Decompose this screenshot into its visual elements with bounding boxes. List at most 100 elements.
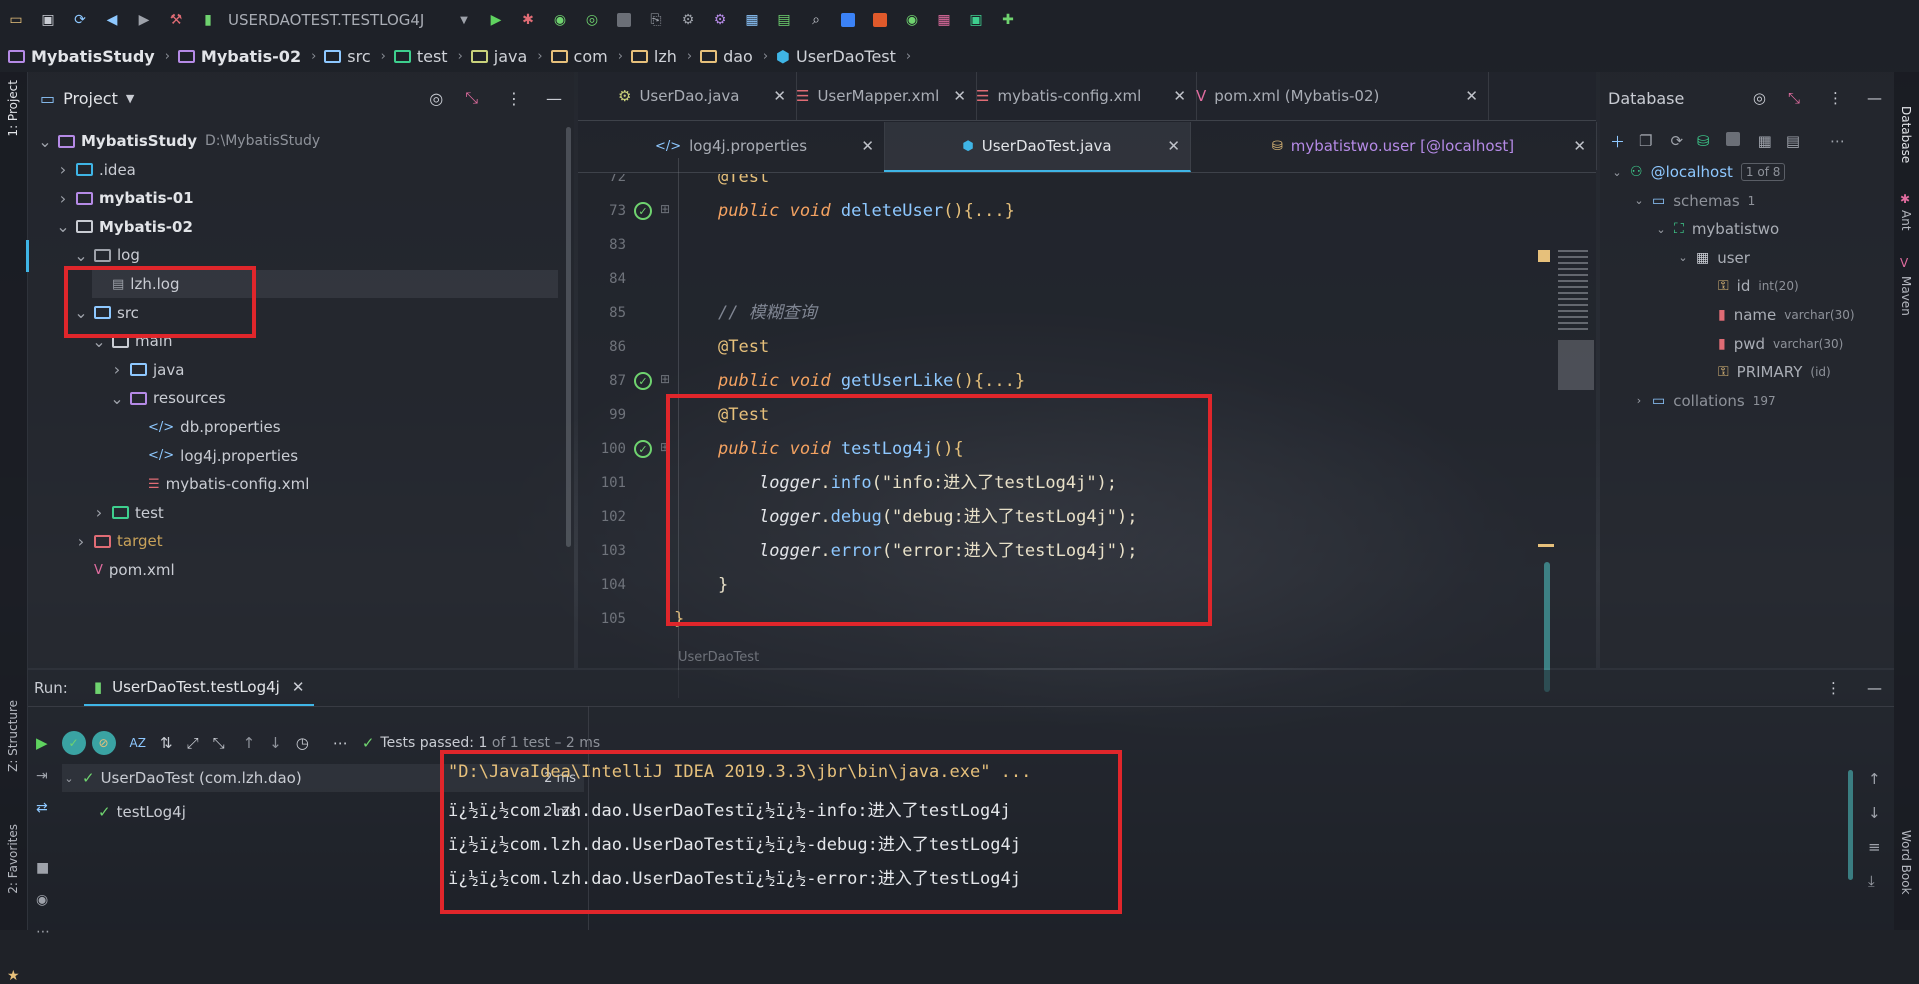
database-tree-item[interactable]: ⚿ id int(20): [1698, 272, 1799, 300]
project-tree-item[interactable]: ⌄ main: [92, 327, 172, 355]
database-tool-button[interactable]: Database: [1899, 106, 1913, 163]
database-tree-item[interactable]: ⌄ ⚇ @localhost 1 of 8: [1610, 158, 1786, 186]
more-options-icon[interactable]: ⋯: [36, 924, 56, 940]
plugin-grid-icon[interactable]: ▦: [935, 11, 953, 29]
chevron-down-icon[interactable]: ⌄: [1632, 194, 1646, 207]
scroll-to-end-icon[interactable]: ⤓: [1868, 872, 1892, 906]
database-tree-item[interactable]: ⚿ PRIMARY (id): [1698, 358, 1831, 386]
crumb-test[interactable]: test: [393, 47, 448, 66]
run-tab[interactable]: ▮ UserDaoTest.testLog4j ✕: [83, 670, 315, 706]
project-tool-button[interactable]: 1: Project: [6, 80, 20, 137]
chevron-down-icon[interactable]: ⌄: [74, 303, 88, 322]
add-icon[interactable]: ＋: [1610, 131, 1625, 152]
attach-icon[interactable]: ⎘: [647, 11, 665, 29]
wordbook-tool-button[interactable]: Word Book: [1899, 830, 1913, 895]
expand-all-icon[interactable]: ⤢: [187, 734, 199, 752]
stop-icon[interactable]: [615, 11, 633, 29]
exit-icon[interactable]: ⇥: [36, 768, 56, 800]
editor-footer-breadcrumb[interactable]: UserDaoTest: [678, 650, 759, 665]
project-tree-item[interactable]: › java: [110, 356, 185, 384]
more-options-icon[interactable]: ⋮: [1826, 679, 1841, 697]
chevron-down-icon[interactable]: ⌄: [74, 246, 88, 265]
project-tree-item[interactable]: </> db.properties: [128, 413, 281, 441]
scroll-down-icon[interactable]: ↓: [1868, 804, 1892, 838]
more-options-icon[interactable]: ⋮: [506, 89, 522, 108]
chevron-down-icon[interactable]: ▼: [455, 11, 473, 29]
chevron-right-icon[interactable]: ›: [74, 532, 88, 551]
profile-icon[interactable]: ◎: [583, 11, 601, 29]
coverage-icon[interactable]: ◉: [551, 11, 569, 29]
project-tree-item[interactable]: ⌄ log: [74, 241, 140, 269]
chevron-down-icon[interactable]: ⌄: [62, 772, 76, 785]
save-icon[interactable]: ▣: [39, 11, 57, 29]
project-structure-icon[interactable]: ▦: [743, 11, 761, 29]
scroll-up-icon[interactable]: ↑: [1868, 770, 1892, 804]
run-test-gutter-icon[interactable]: ✓: [634, 372, 652, 390]
puzzle-icon[interactable]: ✚: [999, 11, 1017, 29]
chevron-down-icon[interactable]: ⌄: [1610, 166, 1624, 179]
sort-alpha-icon[interactable]: AZ: [130, 736, 146, 750]
forward-icon[interactable]: ▶: [135, 11, 153, 29]
project-tree-item[interactable]: </> log4j.properties: [128, 442, 298, 470]
search-icon[interactable]: ⌕: [807, 11, 825, 29]
database-tree-item[interactable]: ▮ name varchar(30): [1698, 301, 1855, 329]
fold-marker-icon[interactable]: ⊞: [660, 202, 670, 216]
close-icon[interactable]: ✕: [1465, 87, 1478, 105]
project-tree-item[interactable]: ▤ lzh.log: [92, 270, 558, 298]
swap-icon[interactable]: ⇄: [36, 800, 56, 860]
chevron-right-icon[interactable]: ›: [92, 503, 106, 522]
refresh-icon[interactable]: ⟳: [1670, 132, 1683, 150]
structure-tool-button[interactable]: Z: Structure: [6, 700, 20, 772]
fold-marker-icon[interactable]: ⊞: [660, 372, 670, 386]
editor-tab[interactable]: Vpom.xml (Mybatis-02) ✕: [1156, 72, 1489, 120]
show-ignored-icon[interactable]: ⊘: [91, 731, 116, 755]
crumb-dao[interactable]: dao: [700, 47, 753, 66]
locate-target-icon[interactable]: ◎: [429, 89, 443, 108]
ant-tool-button[interactable]: Ant: [1899, 210, 1913, 231]
chevron-right-icon[interactable]: ›: [110, 360, 124, 379]
build-project-icon[interactable]: ⚙: [679, 11, 697, 29]
project-tree-item[interactable]: › test: [92, 499, 164, 527]
history-icon[interactable]: ◷: [296, 734, 309, 752]
project-tree-item[interactable]: ⌄ src: [74, 299, 139, 327]
project-tree-item[interactable]: ⌄ resources: [110, 384, 225, 412]
chevron-down-icon[interactable]: ⌄: [38, 132, 52, 151]
project-tree-item[interactable]: ⌄ Mybatis-02: [56, 213, 193, 241]
crumb-src[interactable]: src: [324, 47, 371, 66]
crumb-mybatisstudy[interactable]: MybatisStudy: [8, 47, 155, 66]
project-tree-item[interactable]: Vpom.xml: [74, 556, 175, 584]
run-test-gutter-icon[interactable]: ✓: [634, 440, 652, 458]
run-test-gutter-icon[interactable]: ✓: [634, 202, 652, 220]
office-icon[interactable]: [871, 11, 889, 29]
run-icon[interactable]: ▶: [487, 11, 505, 29]
previous-test-icon[interactable]: ↑: [243, 734, 256, 752]
ddl-icon[interactable]: ▤: [1786, 132, 1800, 150]
chevron-right-icon[interactable]: ›: [56, 189, 70, 208]
close-icon[interactable]: ✕: [1573, 137, 1586, 155]
more-options-icon[interactable]: ⋯: [1830, 132, 1845, 150]
vcs-icon[interactable]: ◉: [903, 11, 921, 29]
chevron-down-icon[interactable]: ⌄: [92, 332, 106, 351]
database-tree-item[interactable]: ⌄ ⛶ mybatistwo: [1654, 215, 1779, 243]
crumb-userdaotest[interactable]: ⬢ UserDaoTest: [776, 47, 896, 66]
close-icon[interactable]: ✕: [1167, 137, 1180, 155]
chevron-right-icon[interactable]: ›: [1632, 394, 1646, 407]
chevron-down-icon[interactable]: ⌄: [1676, 251, 1690, 264]
build-hammer-icon[interactable]: ⚒: [167, 11, 185, 29]
stop-icon[interactable]: [1725, 132, 1740, 150]
chevron-down-icon[interactable]: ▼: [126, 92, 134, 105]
hide-panel-icon[interactable]: —: [546, 89, 562, 108]
project-tree-item[interactable]: › .idea: [56, 156, 136, 184]
run-config-selector[interactable]: USERDAOTEST.TESTLOG4J: [228, 11, 448, 29]
terminal-icon[interactable]: ▤: [775, 11, 793, 29]
crumb-mybatis-02[interactable]: Mybatis-02: [177, 47, 301, 66]
chevron-down-icon[interactable]: ⌄: [1654, 223, 1668, 236]
console-scrollbar[interactable]: [1848, 770, 1853, 880]
collapse-all-icon[interactable]: ⤡: [1788, 89, 1800, 107]
hide-panel-icon[interactable]: —: [1867, 679, 1882, 697]
project-tree-item[interactable]: › target: [74, 527, 163, 555]
chevron-down-icon[interactable]: ⌄: [56, 217, 70, 236]
hide-panel-icon[interactable]: —: [1867, 89, 1882, 107]
chevron-right-icon[interactable]: ›: [56, 160, 70, 179]
more-options-icon[interactable]: ⋮: [1828, 89, 1843, 107]
